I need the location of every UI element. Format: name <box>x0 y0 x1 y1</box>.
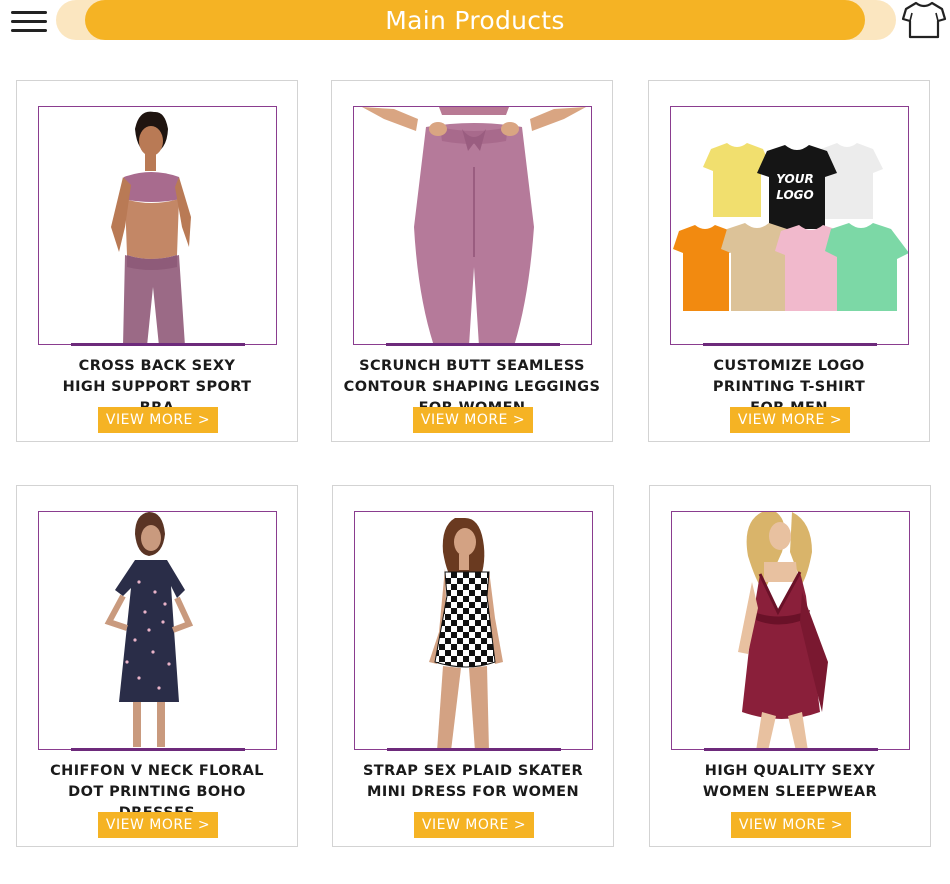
view-more-button[interactable]: VIEW MORE > <box>98 407 218 433</box>
accent-line <box>386 343 560 346</box>
page-title-pill: Main Products <box>85 0 865 40</box>
svg-text:LOGO: LOGO <box>776 188 813 202</box>
product-title[interactable]: STRAP SEX PLAID SKATER MINI DRESS FOR WO… <box>333 761 613 803</box>
view-more-button[interactable]: VIEW MORE > <box>730 407 850 433</box>
accent-line <box>703 343 877 346</box>
product-image[interactable] <box>353 106 592 345</box>
product-image[interactable] <box>671 511 910 750</box>
view-more-button[interactable]: VIEW MORE > <box>731 812 851 838</box>
product-card[interactable]: SCRUNCH BUTT SEAMLESS CONTOUR SHAPING LE… <box>331 80 613 442</box>
product-card[interactable]: HIGH QUALITY SEXY WOMEN SLEEPWEAR VIEW M… <box>649 485 931 847</box>
product-card[interactable]: YOUR LOGO CUSTOMIZE LOGO PRINTING T-SHIR… <box>648 80 930 442</box>
page-title: Main Products <box>385 5 565 35</box>
view-more-button[interactable]: VIEW MORE > <box>414 812 534 838</box>
view-more-button[interactable]: VIEW MORE > <box>98 812 218 838</box>
product-image[interactable] <box>38 511 277 750</box>
product-card[interactable]: CROSS BACK SEXY HIGH SUPPORT SPORT BRA V… <box>16 80 298 442</box>
svg-text:YOUR: YOUR <box>776 172 813 186</box>
accent-line <box>71 343 245 346</box>
accent-line <box>704 748 878 751</box>
product-image[interactable] <box>354 511 593 750</box>
product-image[interactable] <box>38 106 277 345</box>
hamburger-menu-icon[interactable] <box>11 11 47 33</box>
accent-line <box>71 748 245 751</box>
accent-line <box>387 748 561 751</box>
product-title[interactable]: HIGH QUALITY SEXY WOMEN SLEEPWEAR <box>650 761 930 803</box>
product-image[interactable]: YOUR LOGO <box>670 106 909 345</box>
tshirt-icon[interactable] <box>900 0 948 40</box>
view-more-button[interactable]: VIEW MORE > <box>413 407 533 433</box>
product-card[interactable]: STRAP SEX PLAID SKATER MINI DRESS FOR WO… <box>332 485 614 847</box>
product-card[interactable]: CHIFFON V NECK FLORAL DOT PRINTING BOHO … <box>16 485 298 847</box>
